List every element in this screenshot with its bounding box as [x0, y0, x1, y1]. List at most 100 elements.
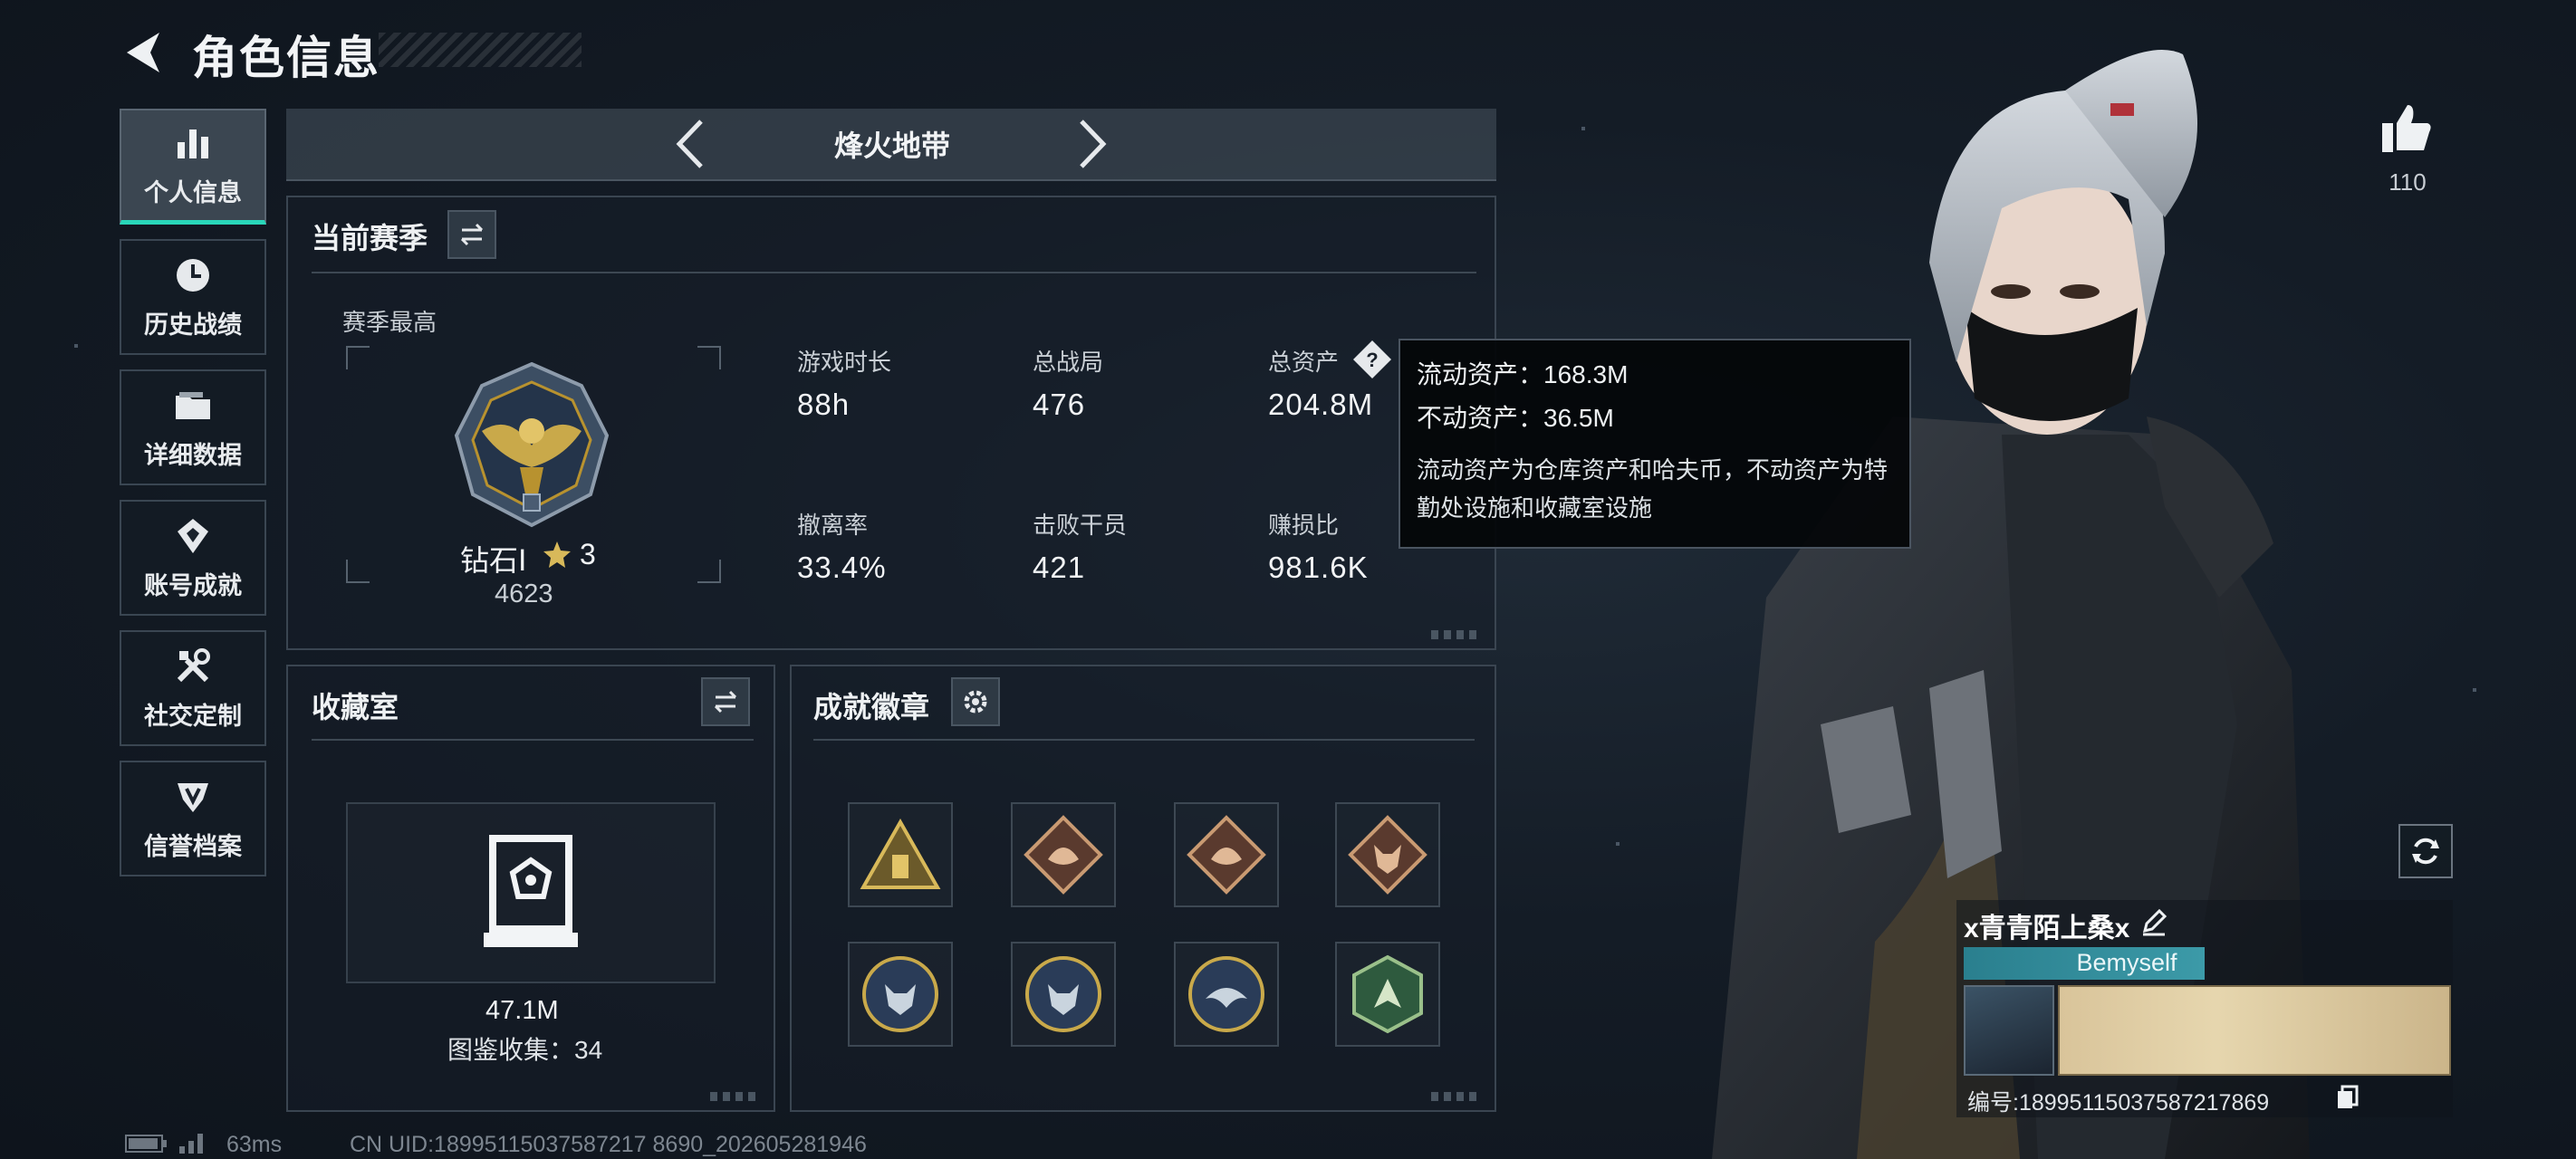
refresh-button[interactable]: [2398, 824, 2453, 878]
star-icon: [543, 541, 571, 568]
stat-value-total-assets: 204.8M: [1268, 388, 1374, 421]
rank-stars: 3: [580, 538, 596, 570]
rank-name: 钻石Ⅰ: [460, 544, 527, 577]
player-id: 编号:18995115037587217869: [1967, 1090, 2270, 1116]
title-decoration: [379, 33, 582, 67]
nav-label: 信誉档案: [144, 832, 242, 860]
nav-label: 社交定制: [144, 702, 242, 730]
frame-corner: [697, 560, 721, 583]
nav-label: 历史战绩: [144, 311, 242, 339]
chevron-right-icon[interactable]: [1069, 114, 1114, 174]
like-count: 110: [2389, 168, 2427, 196]
tooltip-description: 流动资产为仓库资产和哈夫币，不动资产为特勤处设施和收藏室设施: [1417, 456, 1889, 522]
collection-value: 47.1M: [485, 996, 559, 1025]
swap-icon: [714, 690, 737, 714]
badges-header: 成就徽章: [813, 691, 930, 723]
badge-slot[interactable]: [1174, 802, 1279, 907]
collection-switch-button[interactable]: [701, 677, 750, 726]
nav-item-personal-info[interactable]: 个人信息: [120, 109, 266, 225]
swap-icon: [460, 223, 484, 246]
badges-settings-button[interactable]: [951, 677, 1000, 726]
folder-icon: [176, 391, 210, 419]
help-icon[interactable]: ?: [1351, 339, 1393, 380]
tools-icon: [177, 647, 210, 682]
bg-dot: [1581, 127, 1585, 130]
gear-icon: [964, 690, 987, 714]
back-arrow-icon[interactable]: [120, 27, 167, 78]
badge-slot[interactable]: [848, 942, 953, 1047]
badge-eagle-round-icon: [1188, 956, 1264, 1032]
badge-slot[interactable]: [1011, 802, 1116, 907]
nav-label: 详细数据: [144, 441, 242, 469]
diamond-rank-emblem-icon: [454, 361, 610, 528]
stat-value-profit-ratio: 981.6K: [1268, 551, 1369, 584]
credit-icon: [178, 782, 208, 812]
nav-item-account-achievement[interactable]: 账号成就: [120, 500, 266, 616]
nav-item-detail-data[interactable]: 详细数据: [120, 369, 266, 485]
badge-hex-beast-icon: [1352, 954, 1423, 1034]
display-case-icon: [484, 835, 578, 947]
stat-value-matches: 476: [1033, 388, 1086, 421]
assets-tooltip: 流动资产：168.3M 不动资产：36.5M 流动资产为仓库资产和哈夫币，不动资…: [1399, 339, 1911, 549]
stat-label-matches: 总战局: [1033, 349, 1104, 376]
badge-slot[interactable]: [1174, 942, 1279, 1047]
collection-header: 收藏室: [312, 691, 399, 723]
stat-value-kills: 421: [1033, 551, 1086, 584]
rank-score: 4623: [495, 580, 553, 608]
bar-chart-icon: [178, 129, 208, 158]
avatar[interactable]: [1964, 985, 2054, 1076]
badge-slot[interactable]: [1335, 802, 1440, 907]
season-best-label: 赛季最高: [342, 309, 437, 336]
stat-value-playtime: 88h: [797, 388, 851, 421]
svg-text:?: ?: [1366, 349, 1378, 371]
stat-label-kills: 击败干员: [1033, 512, 1128, 539]
bg-dot: [74, 344, 78, 348]
stat-label-playtime: 游戏时长: [797, 349, 892, 376]
signal-icon: [179, 1134, 203, 1154]
ping: 63ms: [226, 1132, 283, 1157]
panel-deco: [710, 1092, 761, 1101]
badge-dragon-icon: [1024, 815, 1103, 895]
tooltip-liquid-assets: 流动资产：168.3M: [1417, 360, 1629, 388]
copy-icon[interactable]: [2335, 1085, 2360, 1110]
thumbs-up-icon[interactable]: [2379, 100, 2435, 156]
nav-item-history[interactable]: 历史战绩: [120, 239, 266, 355]
tooltip-fixed-assets: 不动资产：36.5M: [1417, 404, 1614, 432]
divider: [813, 739, 1475, 741]
stat-value-extract-rate: 33.4%: [797, 551, 887, 584]
badge-slot[interactable]: [1335, 942, 1440, 1047]
edit-icon[interactable]: [2139, 907, 2168, 936]
badge-wolf-round-icon: [1025, 956, 1101, 1032]
player-name: x青青陌上桑x: [1964, 914, 2130, 943]
panel-deco: [1431, 630, 1482, 639]
badge-slot[interactable]: [848, 802, 953, 907]
player-banner[interactable]: [2058, 985, 2451, 1076]
badge-triangle-icon: [860, 819, 941, 889]
badge-wolf-icon: [1348, 815, 1427, 895]
battery-icon: [125, 1135, 167, 1153]
stat-label-extract-rate: 撤离率: [797, 512, 869, 539]
chevron-left-icon[interactable]: [668, 114, 714, 174]
badge-slot[interactable]: [1011, 942, 1116, 1047]
divider: [312, 272, 1476, 273]
player-tag: Bemyself: [2076, 949, 2177, 976]
season-switch-button[interactable]: [447, 210, 496, 259]
stat-label-profit-ratio: 赚损比: [1268, 512, 1340, 539]
refresh-icon: [2412, 838, 2439, 865]
frame-corner: [697, 346, 721, 369]
divider: [312, 739, 754, 741]
bg-dot: [1616, 842, 1620, 846]
nav-item-social-custom[interactable]: 社交定制: [120, 630, 266, 746]
badge-dragon-icon: [1187, 815, 1266, 895]
badge-wolf-round-icon: [862, 956, 938, 1032]
stat-label-total-assets: 总资产: [1268, 349, 1340, 376]
frame-corner: [346, 346, 370, 369]
nav-item-credit-record[interactable]: 信誉档案: [120, 761, 266, 876]
mode-title: 烽火地带: [833, 129, 950, 162]
season-header: 当前赛季: [312, 222, 428, 254]
frame-corner: [346, 560, 370, 583]
collection-count: 图鉴收集：34: [447, 1036, 603, 1064]
nav-label: 个人信息: [144, 179, 242, 206]
page-title: 角色信息: [192, 33, 380, 83]
achievement-icon: [178, 518, 208, 553]
